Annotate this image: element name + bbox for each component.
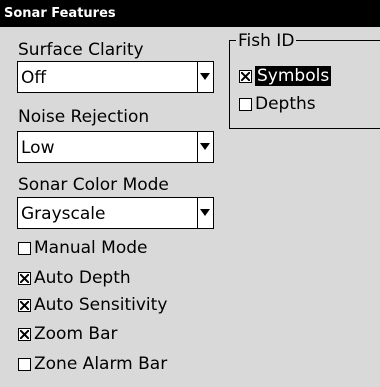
window-title: Sonar Features (0, 0, 380, 27)
surface-clarity-dropdown-button[interactable] (197, 62, 213, 92)
noise-rejection-value: Low (21, 138, 55, 158)
checkbox-unchecked-icon (239, 98, 252, 111)
noise-rejection-dropdown-button[interactable] (197, 132, 213, 162)
zone-alarm-bar-label: Zone Alarm Bar (34, 354, 168, 374)
fish-id-depths-label: Depths (255, 94, 316, 114)
auto-sensitivity-label: Auto Sensitivity (34, 295, 168, 315)
checkbox-checked-icon (239, 70, 252, 83)
fish-id-symbols-label: Symbols (255, 66, 332, 86)
checkbox-checked-icon (18, 328, 31, 341)
noise-rejection-select[interactable]: Low (17, 131, 214, 163)
surface-clarity-label: Surface Clarity (18, 40, 144, 60)
checkbox-unchecked-icon (18, 358, 31, 371)
surface-clarity-value: Off (21, 68, 47, 88)
sonar-color-mode-dropdown-button[interactable] (197, 198, 213, 228)
checkbox-checked-icon (18, 299, 31, 312)
sonar-features-window: Sonar Features Surface Clarity Off Noise… (0, 0, 380, 387)
manual-mode-label: Manual Mode (34, 238, 148, 258)
noise-rejection-label: Noise Rejection (18, 107, 150, 127)
checkbox-unchecked-icon (18, 242, 31, 255)
fish-id-title: Fish ID (236, 31, 297, 51)
chevron-down-icon (200, 73, 210, 80)
surface-clarity-select[interactable]: Off (17, 61, 214, 93)
checkbox-checked-icon (18, 272, 31, 285)
sonar-color-mode-label: Sonar Color Mode (18, 175, 169, 195)
chevron-down-icon (200, 209, 210, 216)
auto-depth-label: Auto Depth (34, 268, 131, 288)
sonar-color-mode-value: Grayscale (21, 204, 106, 224)
zoom-bar-label: Zoom Bar (34, 324, 118, 344)
chevron-down-icon (200, 143, 210, 150)
sonar-color-mode-select[interactable]: Grayscale (17, 197, 214, 229)
